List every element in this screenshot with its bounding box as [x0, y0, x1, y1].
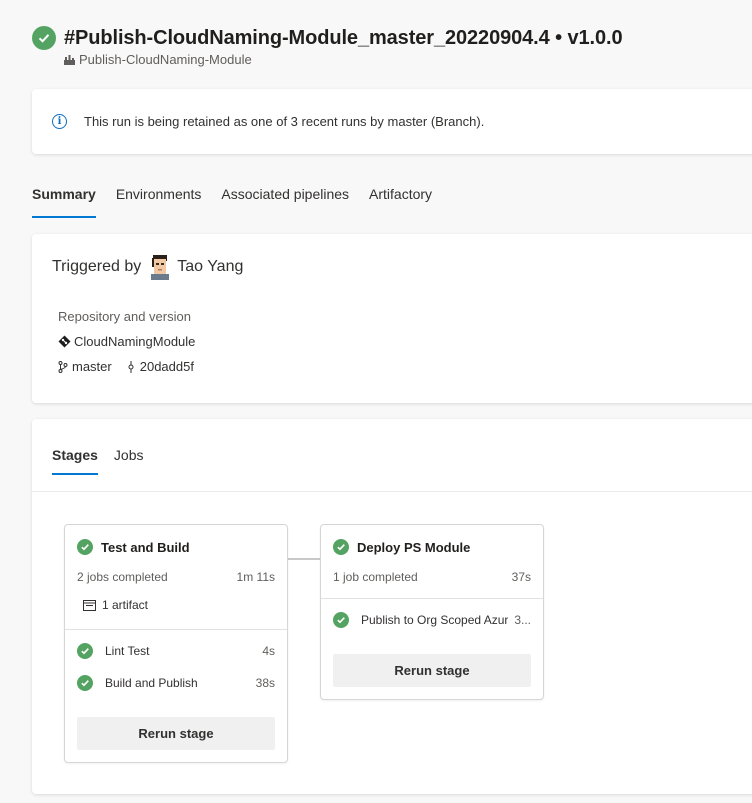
stage-meta: 1 job completed 37s	[333, 570, 531, 584]
tab-associated-pipelines[interactable]: Associated pipelines	[221, 186, 349, 218]
commit-id[interactable]: 20dadd5f	[140, 359, 194, 374]
stage-divider	[65, 629, 287, 630]
rerun-stage-button[interactable]: Rerun stage	[77, 717, 275, 750]
rerun-stage-button[interactable]: Rerun stage	[333, 654, 531, 687]
job-row[interactable]: Build and Publish 38s	[77, 675, 275, 691]
triggered-user[interactable]: Tao Yang	[177, 258, 243, 276]
stage-name: Deploy PS Module	[357, 539, 471, 555]
git-repo-icon	[58, 335, 71, 348]
summary-card: Triggered by Tao Yang Repository and ver…	[32, 234, 752, 403]
stage-connector	[287, 558, 320, 560]
artifact-icon	[83, 599, 96, 611]
stages-tabs: Stages Jobs	[52, 447, 160, 475]
jobs-completed: 2 jobs completed	[77, 570, 168, 584]
run-tabs: Summary Environments Associated pipeline…	[32, 186, 452, 218]
tab-summary[interactable]: Summary	[32, 186, 96, 218]
triggered-by: Triggered by Tao Yang	[52, 254, 243, 280]
job-time: 38s	[255, 676, 275, 690]
stage-meta: 2 jobs completed 1m 11s	[77, 570, 275, 584]
jobs-completed: 1 job completed	[333, 570, 418, 584]
branch-icon	[58, 360, 68, 373]
branch-name[interactable]: master	[72, 359, 112, 374]
stage-test-and-build[interactable]: Test and Build 2 jobs completed 1m 11s 1…	[64, 524, 288, 763]
repo-label: Repository and version	[58, 309, 191, 324]
job-success-icon	[77, 643, 93, 659]
stage-success-icon	[77, 539, 93, 555]
retention-banner: i This run is being retained as one of 3…	[32, 89, 752, 154]
job-name: Publish to Org Scoped Azur...	[361, 613, 509, 627]
repo-link[interactable]: CloudNamingModule	[58, 334, 195, 349]
tab-artifactory[interactable]: Artifactory	[369, 186, 432, 218]
artifact-count[interactable]: 1 artifact	[102, 598, 148, 612]
job-row[interactable]: Publish to Org Scoped Azur... 3...	[333, 612, 531, 628]
stage-divider	[321, 598, 543, 599]
pipeline-link[interactable]: Publish-CloudNaming-Module	[64, 52, 622, 67]
commit-ref[interactable]: 20dadd5f	[126, 359, 194, 374]
job-success-icon	[77, 675, 93, 691]
triggered-label: Triggered by	[52, 258, 142, 275]
stage-duration: 1m 11s	[236, 570, 275, 584]
job-time: 3...	[514, 613, 531, 627]
tab-stages[interactable]: Stages	[52, 447, 98, 475]
stage-success-icon	[333, 539, 349, 555]
artifact-link[interactable]: 1 artifact	[83, 598, 148, 612]
job-row[interactable]: Lint Test 4s	[77, 643, 275, 659]
job-name: Lint Test	[105, 644, 150, 658]
stage-deploy-ps-module[interactable]: Deploy PS Module 1 job completed 37s Pub…	[320, 524, 544, 700]
user-avatar[interactable]	[149, 254, 171, 280]
job-time: 4s	[262, 644, 275, 658]
run-header: #Publish-CloudNaming-Module_master_20220…	[32, 26, 623, 67]
banner-text: This run is being retained as one of 3 r…	[84, 114, 485, 129]
pipeline-icon	[64, 54, 75, 65]
stage-name: Test and Build	[101, 539, 190, 555]
pipeline-name[interactable]: Publish-CloudNaming-Module	[79, 52, 252, 67]
stages-card: Stages Jobs Test and Build 2 jobs comple…	[32, 419, 752, 794]
run-title: #Publish-CloudNaming-Module_master_20220…	[64, 26, 623, 49]
stage-duration: 37s	[511, 570, 531, 584]
job-success-icon	[333, 612, 349, 628]
info-icon: i	[52, 114, 67, 129]
stages-divider	[32, 491, 752, 492]
stage-title[interactable]: Test and Build	[77, 539, 190, 555]
success-check-icon	[32, 26, 56, 50]
repo-name[interactable]: CloudNamingModule	[74, 334, 195, 349]
stage-title[interactable]: Deploy PS Module	[333, 539, 470, 555]
tab-environments[interactable]: Environments	[116, 186, 202, 218]
tab-jobs[interactable]: Jobs	[114, 447, 144, 475]
job-name: Build and Publish	[105, 676, 198, 690]
commit-icon	[128, 360, 134, 373]
repo-refs: master 20dadd5f	[58, 359, 194, 374]
